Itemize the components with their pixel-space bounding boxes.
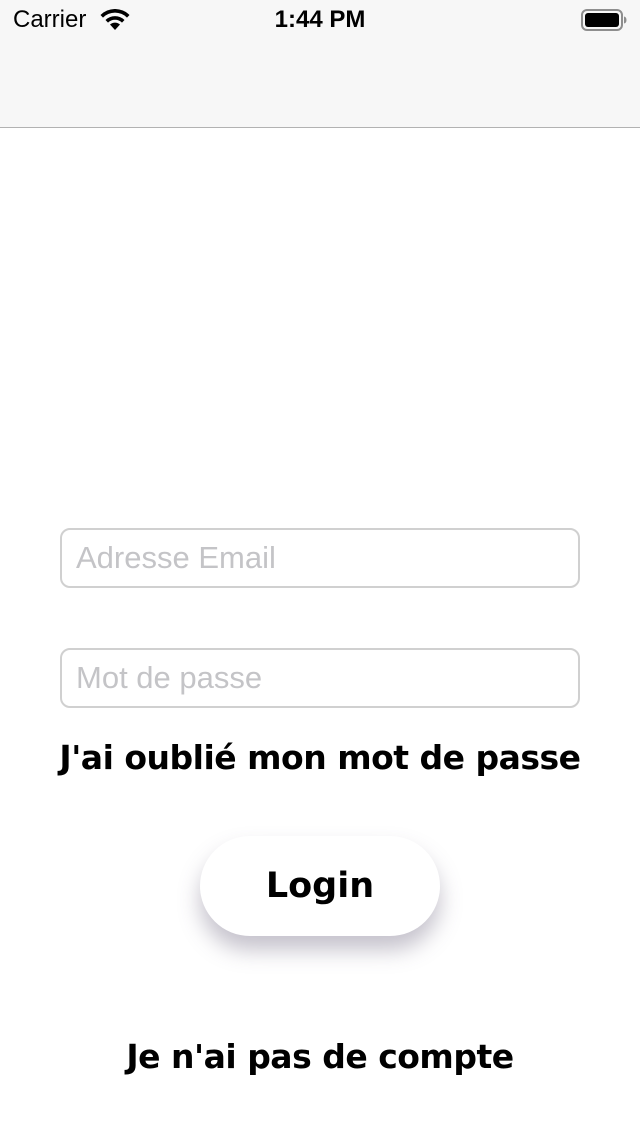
email-input[interactable] [62, 530, 578, 586]
password-field[interactable] [60, 648, 580, 708]
navigation-bar: Carrier 1:44 PM [0, 0, 640, 128]
forgot-password-link[interactable]: J'ai oublié mon mot de passe [0, 738, 640, 777]
battery-full-icon [581, 9, 627, 31]
email-field[interactable] [60, 528, 580, 588]
login-screen: Carrier 1:44 PM J'ai oublié mon mot de p… [0, 0, 640, 1136]
status-time: 1:44 PM [274, 6, 366, 33]
login-button[interactable]: Login [200, 836, 440, 936]
status-bar: Carrier 1:44 PM [0, 0, 640, 40]
password-input[interactable] [62, 650, 578, 706]
no-account-link[interactable]: Je n'ai pas de compte [0, 1037, 640, 1076]
